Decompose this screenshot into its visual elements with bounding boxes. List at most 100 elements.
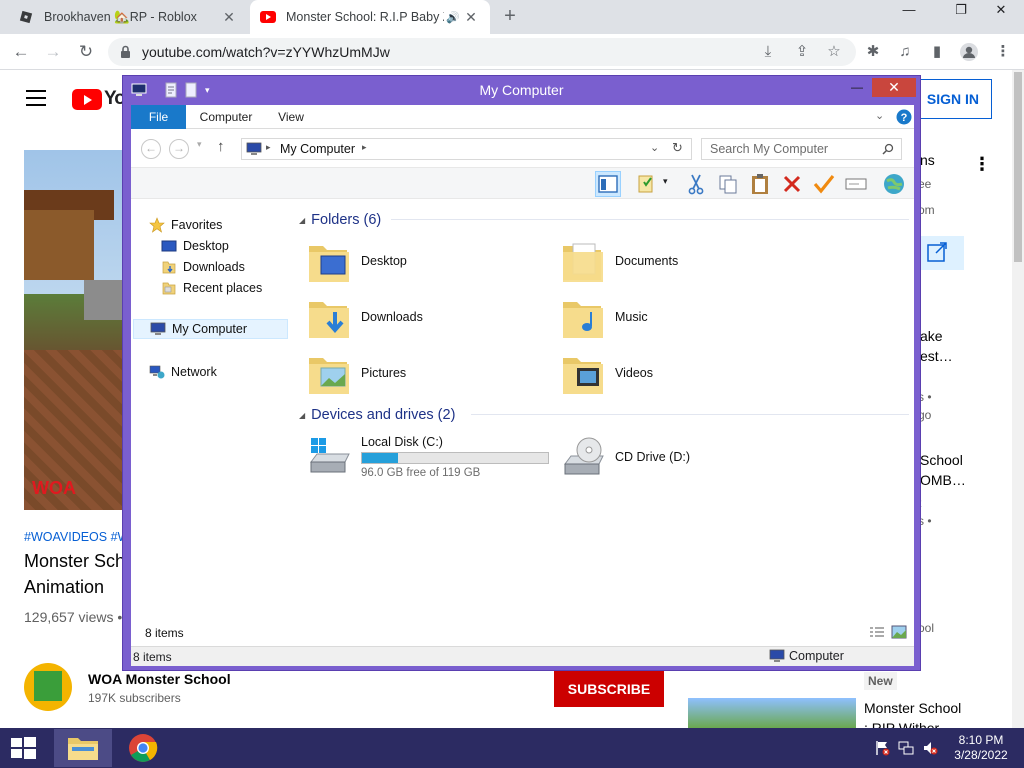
folder-videos[interactable]: Videos [561, 347, 801, 399]
browser-menu-icon[interactable]: ⋮ [992, 42, 1014, 62]
help-icon[interactable]: ? [896, 109, 912, 125]
collapse-triangle-icon[interactable]: ◢ [299, 216, 305, 225]
network-icon [149, 364, 165, 380]
drive-usage-fill [362, 453, 398, 463]
more-options-icon[interactable]: ⋮ [973, 154, 991, 175]
nav-desktop[interactable]: Desktop [161, 236, 229, 256]
volume-muted-icon[interactable] [922, 740, 938, 756]
action-center-flag-icon[interactable] [874, 740, 890, 756]
nav-network[interactable]: Network [149, 362, 217, 382]
external-link-button[interactable] [918, 236, 964, 270]
delete-button[interactable] [779, 171, 805, 197]
globe-icon [884, 174, 904, 194]
profile-icon[interactable] [958, 42, 980, 62]
breadcrumb-chevron-icon[interactable]: ▸ [266, 142, 271, 153]
channel-avatar[interactable] [24, 663, 72, 711]
cut-button[interactable] [683, 171, 709, 197]
system-clock[interactable]: 8:10 PM 3/28/2022 [946, 733, 1016, 763]
refresh-icon[interactable]: ↻ [672, 140, 683, 156]
breadcrumb-chevron-icon[interactable]: ▸ [362, 142, 367, 153]
explorer-search-input[interactable]: Search My Computer [701, 138, 902, 160]
properties-dropdown-icon[interactable]: ▾ [663, 176, 668, 187]
recent-locations-icon[interactable]: ▾ [197, 139, 202, 150]
forward-button[interactable]: → [40, 40, 66, 64]
drives-group-header[interactable]: ◢ Devices and drives (2) [299, 404, 909, 426]
collapse-triangle-icon[interactable]: ◢ [299, 411, 305, 420]
paste-button[interactable] [747, 171, 773, 197]
start-button[interactable] [8, 736, 38, 760]
close-tab-icon[interactable]: ✕ [220, 9, 238, 26]
recommended-video-title[interactable]: Monster School [864, 700, 961, 716]
nav-downloads[interactable]: Downloads [161, 257, 245, 277]
ribbon-tab-view[interactable]: View [271, 105, 311, 129]
back-button[interactable]: ← [8, 40, 34, 64]
rename-box-icon [845, 178, 867, 190]
install-icon[interactable]: ⤓ [758, 43, 778, 61]
explorer-close-button[interactable]: ✕ [872, 78, 916, 97]
reload-button[interactable]: ↻ [73, 40, 99, 64]
minimize-button[interactable]: — [886, 0, 932, 22]
globe-button[interactable] [881, 171, 907, 197]
large-icons-view-icon[interactable] [891, 625, 907, 639]
bookmark-star-icon[interactable]: ☆ [824, 43, 844, 61]
nav-favorites[interactable]: Favorites [149, 215, 222, 235]
recommended-video-thumbnail[interactable] [688, 698, 856, 728]
explorer-address-bar[interactable]: ▸ My Computer ▸ ⌄ ↻ [241, 138, 692, 160]
close-tab-icon[interactable]: ✕ [462, 9, 480, 26]
media-control-icon[interactable]: ♫ [894, 42, 916, 62]
new-tab-button[interactable]: + [499, 6, 521, 28]
checkmark-icon [813, 175, 835, 194]
properties-button[interactable] [633, 171, 659, 197]
search-placeholder: Search My Computer [710, 142, 829, 156]
delete-x-icon [783, 175, 801, 193]
rename-button[interactable] [811, 171, 837, 197]
hard-drive-icon [310, 438, 350, 473]
drive-cd-d[interactable]: CD Drive (D:) [561, 431, 801, 483]
channel-name[interactable]: WOA Monster School [88, 671, 231, 687]
page-scrollbar[interactable] [1012, 70, 1024, 728]
address-dropdown-icon[interactable]: ⌄ [650, 141, 659, 154]
taskbar-file-explorer[interactable] [54, 729, 112, 767]
address-bar[interactable]: youtube.com/watch?v=zYYWhzUmMJw ⤓ ⇪ ☆ [108, 38, 856, 66]
audio-icon[interactable]: 🔊 [444, 11, 462, 24]
tab-youtube[interactable]: Monster School: R.I.P Baby Z 🔊 ✕ [250, 0, 490, 34]
network-tray-icon[interactable] [898, 740, 914, 756]
video-player[interactable]: WOA [24, 150, 134, 510]
folder-downloads[interactable]: Downloads [307, 291, 547, 343]
folder-desktop[interactable]: Desktop [307, 235, 547, 287]
expand-ribbon-icon[interactable]: ⌄ [875, 109, 884, 122]
folder-documents[interactable]: Documents [561, 235, 801, 287]
extensions-icon[interactable]: ✱ [862, 42, 884, 62]
ribbon-tab-computer[interactable]: Computer [191, 105, 261, 129]
explorer-title: My Computer [479, 82, 564, 98]
recommended-video-title-2[interactable]: : RIP Wither [864, 720, 939, 728]
explorer-minimize-button[interactable]: — [843, 78, 871, 97]
nav-recent-places[interactable]: Recent places [161, 278, 262, 298]
group-title: Folders (6) [311, 212, 382, 228]
subscribe-button[interactable]: SUBSCRIBE [554, 671, 664, 707]
close-window-button[interactable]: ✕ [978, 0, 1024, 22]
explorer-forward-button[interactable]: → [169, 139, 189, 159]
preview-pane-button[interactable] [595, 171, 621, 197]
explorer-back-button[interactable]: ← [141, 139, 161, 159]
ribbon-tab-file[interactable]: File [131, 105, 186, 129]
tab-roblox[interactable]: Brookhaven 🏡RP - Roblox ✕ [8, 0, 248, 34]
preview-pane-icon [598, 175, 618, 193]
share-icon[interactable]: ⇪ [792, 43, 812, 61]
copy-button[interactable] [715, 171, 741, 197]
sign-in-button[interactable]: SIGN IN [914, 79, 992, 119]
side-panel-icon[interactable]: ▮ [926, 42, 948, 62]
properties-icon [638, 175, 653, 193]
hamburger-menu-icon[interactable] [26, 90, 46, 106]
nav-my-computer[interactable]: My Computer [133, 319, 288, 339]
select-button[interactable] [843, 171, 869, 197]
drive-local-disk-c[interactable]: Local Disk (C:) 96.0 GB free of 119 GB [307, 431, 567, 483]
folder-music[interactable]: Music [561, 291, 801, 343]
explorer-title-bar[interactable]: ▾ My Computer — ▭ ✕ [123, 76, 920, 104]
details-view-icon[interactable] [869, 626, 885, 640]
taskbar-chrome[interactable] [114, 729, 172, 767]
up-button[interactable]: ↑ [217, 138, 225, 155]
folders-group-header[interactable]: ◢ Folders (6) [299, 209, 909, 231]
search-icon[interactable] [882, 143, 894, 155]
folder-pictures[interactable]: Pictures [307, 347, 547, 399]
